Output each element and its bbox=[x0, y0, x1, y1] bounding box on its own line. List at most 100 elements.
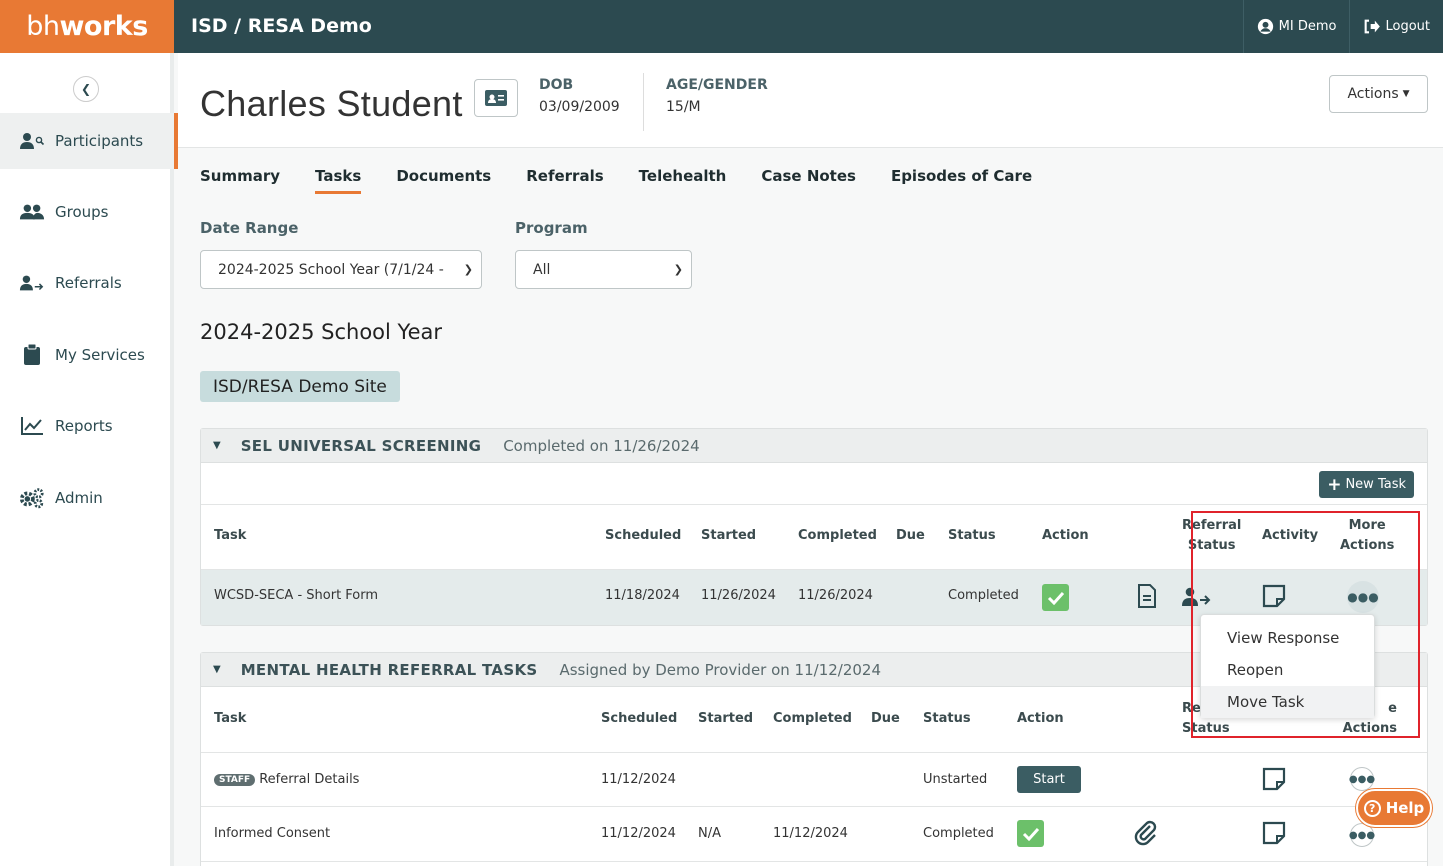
tab-episodes-of-care[interactable]: Episodes of Care bbox=[891, 167, 1032, 194]
col-task: Task bbox=[214, 528, 247, 543]
program-select[interactable]: All ❯ bbox=[515, 250, 692, 289]
status-text: Completed bbox=[923, 826, 994, 841]
divider bbox=[201, 752, 1427, 753]
paperclip-icon[interactable] bbox=[1134, 820, 1158, 850]
logout-icon bbox=[1365, 19, 1381, 34]
sticky-note-icon[interactable] bbox=[1262, 821, 1286, 849]
ellipsis-icon: ●●● bbox=[1348, 829, 1376, 841]
new-task-button[interactable]: + New Task bbox=[1319, 471, 1414, 498]
dob-value: 03/09/2009 bbox=[539, 99, 620, 115]
sidebar-item-groups[interactable]: Groups bbox=[0, 184, 174, 240]
panel-header[interactable]: ▼ SEL UNIVERSAL SCREENING Completed on 1… bbox=[201, 429, 1427, 463]
id-card-button[interactable] bbox=[474, 79, 518, 117]
year-title: 2024-2025 School Year bbox=[200, 320, 442, 344]
chevron-down-icon: ❯ bbox=[673, 263, 683, 276]
task-name: Informed Consent bbox=[214, 826, 331, 841]
started-date: N/A bbox=[698, 826, 721, 841]
top-bar: bhworks ISD / RESA Demo MI Demo Logout bbox=[0, 0, 1443, 53]
completed-date: 11/26/2024 bbox=[798, 588, 873, 603]
date-range-value: 2024-2025 School Year (7/1/24 - bbox=[218, 261, 444, 278]
highlight-box bbox=[1191, 511, 1420, 738]
id-card-icon bbox=[485, 90, 507, 106]
sidebar-item-label: Groups bbox=[55, 203, 109, 221]
sidebar-item-label: My Services bbox=[55, 346, 145, 364]
divider bbox=[201, 504, 1427, 505]
sidebar-item-my-services[interactable]: My Services bbox=[0, 327, 174, 383]
help-button[interactable]: ? Help bbox=[1356, 789, 1432, 827]
col-status: Status bbox=[923, 711, 971, 726]
help-label: Help bbox=[1385, 799, 1425, 817]
brand-bold: bh bbox=[26, 11, 60, 42]
logout-label: Logout bbox=[1385, 19, 1430, 34]
col-scheduled: Scheduled bbox=[601, 711, 678, 726]
user-name: MI Demo bbox=[1278, 19, 1337, 34]
user-menu[interactable]: MI Demo bbox=[1242, 0, 1350, 53]
col-completed: Completed bbox=[773, 711, 852, 726]
brand-logo[interactable]: bhworks bbox=[0, 0, 174, 53]
sidebar-item-label: Referrals bbox=[55, 274, 122, 292]
collapse-triangle-icon: ▼ bbox=[213, 664, 221, 675]
tab-summary[interactable]: Summary bbox=[200, 167, 280, 194]
sidebar-item-reports[interactable]: Reports bbox=[0, 398, 174, 454]
brand-rest: works bbox=[59, 11, 148, 42]
task-label: Referral Details bbox=[259, 772, 360, 787]
staff-badge: STAFF bbox=[214, 774, 256, 786]
col-started: Started bbox=[701, 528, 757, 543]
collapse-triangle-icon: ▼ bbox=[213, 440, 221, 451]
completed-check-icon bbox=[1042, 584, 1069, 611]
sidebar-item-label: Reports bbox=[55, 417, 113, 435]
user-circle-icon bbox=[1257, 18, 1273, 35]
scheduled-date: 11/12/2024 bbox=[601, 826, 676, 841]
sidebar-item-label: Admin bbox=[55, 489, 103, 507]
ellipsis-icon: ●●● bbox=[1348, 773, 1376, 785]
started-date: 11/26/2024 bbox=[701, 588, 776, 603]
col-due: Due bbox=[896, 528, 925, 543]
task-name: WCSD-SECA - Short Form bbox=[214, 588, 379, 603]
logout-button[interactable]: Logout bbox=[1349, 0, 1443, 53]
caret-down-icon: ▼ bbox=[1402, 89, 1410, 99]
panel-subtitle: Completed on 11/26/2024 bbox=[503, 436, 700, 455]
sidebar-item-referrals[interactable]: Referrals bbox=[0, 255, 174, 311]
clipboard-icon bbox=[19, 344, 45, 365]
panel-subtitle: Assigned by Demo Provider on 11/12/2024 bbox=[559, 660, 882, 679]
new-task-label: New Task bbox=[1345, 477, 1406, 492]
divider bbox=[201, 861, 1427, 862]
col-due: Due bbox=[871, 711, 900, 726]
plus-icon: + bbox=[1327, 474, 1342, 495]
dob-label: DOB bbox=[539, 77, 574, 93]
document-icon[interactable] bbox=[1137, 584, 1157, 612]
start-button[interactable]: Start bbox=[1017, 766, 1081, 793]
sidebar-item-participants[interactable]: Participants bbox=[0, 113, 178, 169]
col-task: Task bbox=[214, 711, 247, 726]
more-actions-button[interactable]: ●●● bbox=[1348, 767, 1376, 791]
task-name: STAFF Referral Details bbox=[214, 772, 359, 787]
status-text: Completed bbox=[948, 588, 1019, 603]
status-text: Unstarted bbox=[923, 772, 988, 787]
tab-telehealth[interactable]: Telehealth bbox=[639, 167, 727, 194]
line-chart-icon bbox=[19, 416, 45, 436]
scheduled-date: 11/12/2024 bbox=[601, 772, 676, 787]
sidebar: ❮ Participants Groups Referrals My Servi… bbox=[0, 53, 178, 866]
age-gender-value: 15/M bbox=[666, 99, 701, 115]
panel-title: SEL UNIVERSAL SCREENING bbox=[240, 436, 482, 455]
main-content: Charles Student DOB 03/09/2009 AGE/GENDE… bbox=[178, 53, 1443, 866]
tab-documents[interactable]: Documents bbox=[396, 167, 491, 194]
tab-bar: Summary Tasks Documents Referrals Telehe… bbox=[200, 167, 1067, 194]
site-pill: ISD/RESA Demo Site bbox=[200, 371, 400, 402]
user-arrow-icon bbox=[19, 273, 45, 293]
program-value: All bbox=[533, 261, 551, 278]
tab-tasks[interactable]: Tasks bbox=[315, 167, 362, 194]
collapse-sidebar-button[interactable]: ❮ bbox=[73, 76, 99, 102]
sidebar-item-admin[interactable]: Admin bbox=[0, 470, 174, 526]
completed-check-icon bbox=[1017, 820, 1044, 847]
date-range-select[interactable]: 2024-2025 School Year (7/1/24 - ❯ bbox=[200, 250, 482, 289]
col-started: Started bbox=[698, 711, 754, 726]
tab-referrals[interactable]: Referrals bbox=[526, 167, 603, 194]
participant-header: Charles Student DOB 03/09/2009 AGE/GENDE… bbox=[178, 53, 1443, 148]
tab-case-notes[interactable]: Case Notes bbox=[761, 167, 856, 194]
gears-icon bbox=[19, 488, 45, 509]
participant-search-icon bbox=[19, 131, 45, 151]
sticky-note-icon[interactable] bbox=[1262, 767, 1286, 795]
actions-dropdown-button[interactable]: Actions ▼ bbox=[1329, 75, 1428, 113]
col-scheduled: Scheduled bbox=[605, 528, 682, 543]
